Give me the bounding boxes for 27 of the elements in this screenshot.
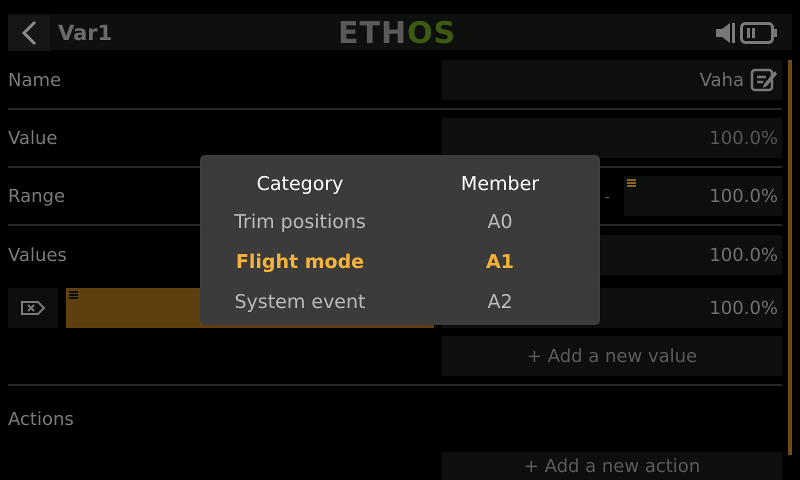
value-field[interactable]: 100.0% [442,118,782,158]
range-separator: - [604,186,610,206]
column-header: Member [460,172,540,197]
column-header: Category [256,172,344,197]
menu-icon [627,179,636,187]
delete-tag-icon [20,300,46,316]
battery-icon [740,22,778,44]
back-button[interactable] [8,15,50,51]
section-label: Actions [8,408,74,430]
ethos-logo: ETHOS [338,16,456,51]
category-option[interactable]: Flight mode [200,247,400,287]
screen-title: Var1 [58,21,112,45]
edit-icon [750,67,778,93]
speaker-icon [716,22,736,44]
range-max-field[interactable]: 100.0% [624,176,782,216]
name-field[interactable]: Vaha [442,60,782,100]
category-option[interactable]: System event [200,287,400,327]
menu-icon [69,291,78,299]
field-label: Name [8,70,62,90]
field-label: Value [8,128,58,148]
delete-button[interactable] [8,288,58,328]
add-action-button[interactable]: + Add a new action [442,452,782,480]
field-label: Values [8,244,67,266]
category-option[interactable]: Trim positions [200,207,400,247]
back-icon [21,20,37,46]
add-value-button[interactable]: + Add a new value [442,336,782,376]
field-label: Range [8,186,66,206]
